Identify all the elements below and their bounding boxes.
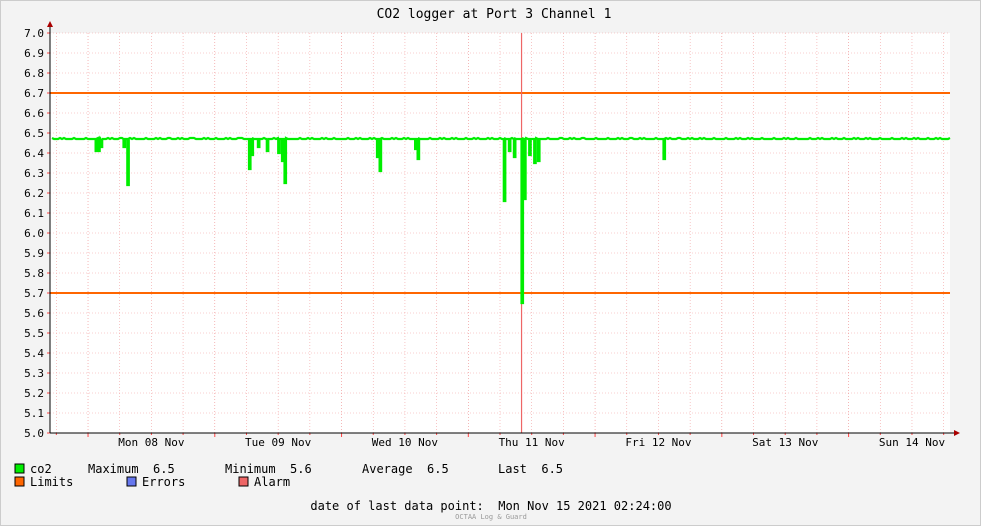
legend-co2-label: co2 (30, 462, 52, 476)
y-tick-labels: 5.0 5.1 5.2 5.3 5.4 5.5 5.6 5.7 5.8 5.9 6.0 6.1 6.2 6… (24, 27, 44, 440)
y-tick-label: 6.4 (24, 147, 44, 160)
y-tick-label: 5.9 (24, 247, 44, 260)
y-tick-label: 5.6 (24, 307, 44, 320)
legend-co2-swatch (14, 463, 25, 474)
legend-minimum: Minimum 5.6 (225, 462, 312, 476)
x-tick-label: Thu 11 Nov (499, 436, 566, 449)
y-tick-label: 6.8 (24, 67, 44, 80)
y-tick-label: 6.5 (24, 127, 44, 140)
legend-limits-label: Limits (30, 475, 73, 489)
x-tick-label: Mon 08 Nov (118, 436, 185, 449)
co2-chart: CO2 logger at Port 3 Channel 1 5.0 5.1 5.2… (0, 0, 981, 526)
y-tick-label: 6.2 (24, 187, 44, 200)
y-tick-label: 5.7 (24, 287, 44, 300)
legend-alarm-swatch (238, 476, 249, 487)
legend-average: Average 6.5 (362, 462, 449, 476)
y-tick-label: 6.3 (24, 167, 44, 180)
y-tick-label: 6.0 (24, 227, 44, 240)
x-tick-label: Fri 12 Nov (625, 436, 692, 449)
legend-last: Last 6.5 (498, 462, 563, 476)
last-data-point: date of last data point: Mon Nov 15 2021… (310, 499, 671, 513)
y-tick-label: 5.5 (24, 327, 44, 340)
y-tick-label: 6.6 (24, 107, 44, 120)
x-tick-label: Wed 10 Nov (372, 436, 439, 449)
y-tick-label: 5.2 (24, 387, 44, 400)
watermark: OCTAA Log & Guard (455, 513, 527, 521)
x-tick-label: Sat 13 Nov (752, 436, 819, 449)
x-tick-label: Sun 14 Nov (879, 436, 946, 449)
legend-limits-swatch (14, 476, 25, 487)
y-tick-label: 5.0 (24, 427, 44, 440)
legend-errors-label: Errors (142, 475, 185, 489)
y-tick-label: 5.1 (24, 407, 44, 420)
y-tick-label: 6.9 (24, 47, 44, 60)
legend-maximum: Maximum 6.5 (88, 462, 175, 476)
y-tick-label: 5.4 (24, 347, 44, 360)
y-tick-label: 7.0 (24, 27, 44, 40)
y-tick-label: 5.8 (24, 267, 44, 280)
x-tick-label: Tue 09 Nov (245, 436, 312, 449)
chart-title: CO2 logger at Port 3 Channel 1 (377, 7, 612, 22)
y-tick-label: 6.7 (24, 87, 44, 100)
legend-errors-swatch (126, 476, 137, 487)
legend-alarm-label: Alarm (254, 475, 290, 489)
y-tick-label: 6.1 (24, 207, 44, 220)
y-tick-label: 5.3 (24, 367, 44, 380)
